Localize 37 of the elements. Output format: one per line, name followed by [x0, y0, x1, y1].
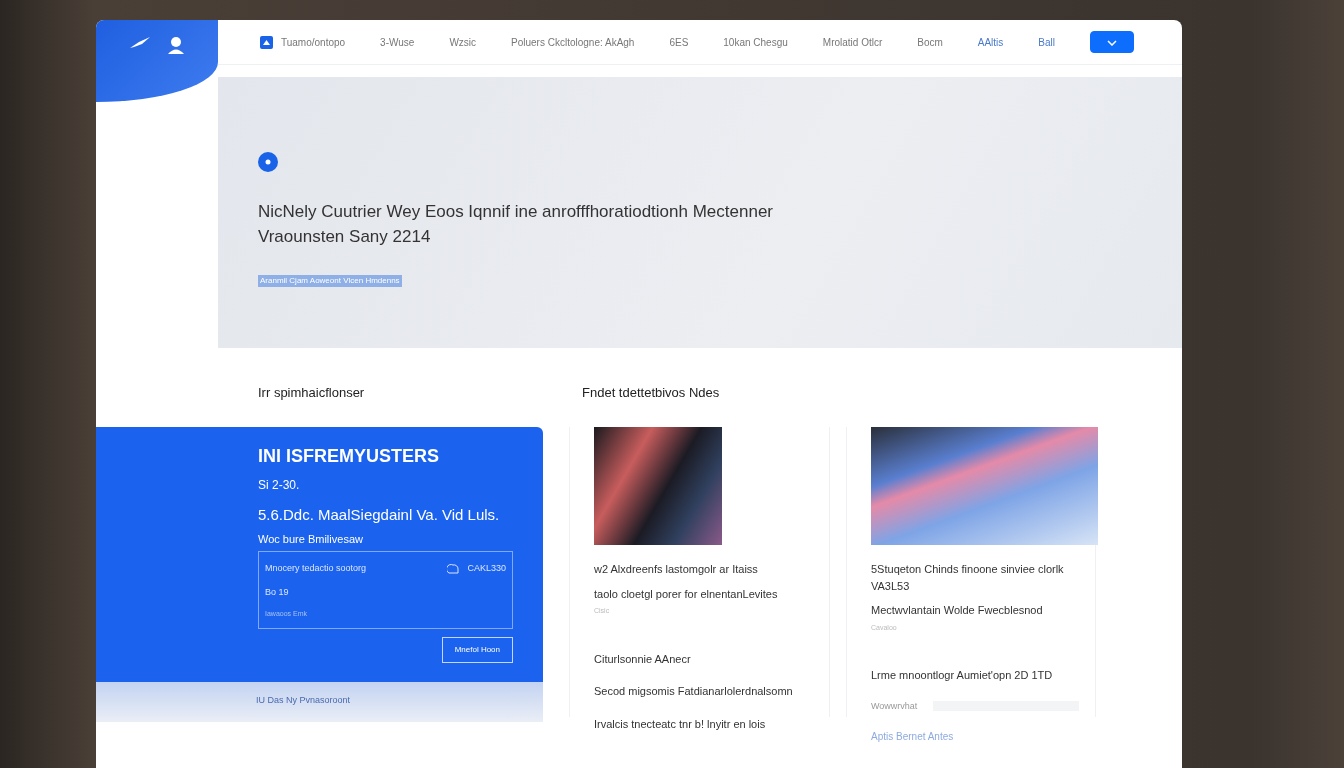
nav-link[interactable]: Mrolatid Otlcr — [822, 34, 883, 50]
card-subtitle: taolo cloetgl porer for elnentanLevites — [594, 586, 779, 602]
nav-link[interactable]: 3-Wuse — [380, 34, 415, 50]
card-heading: Lrme mnoontlogr Aumiet'opn 2D 1TD — [871, 668, 1054, 683]
nav-link[interactable]: 6ES — [669, 34, 689, 50]
card-date: Si 2-30. — [258, 477, 301, 494]
panel-text: Mnocery tedactio sootorg — [265, 562, 367, 575]
card-title: w2 Alxdreenfs lastomgolr ar Itaiss — [594, 562, 759, 577]
section-heading: Irr spimhaicflonser — [257, 384, 366, 402]
card-subtitle: 5.6.Ddc. MaalSiegdainl Va. Vid Luls. — [258, 505, 501, 525]
person-icon — [167, 36, 185, 54]
nav-link[interactable]: Wzsic — [449, 34, 477, 50]
card-link[interactable]: Aptis Bernet Antes — [871, 729, 954, 744]
card-title: INI ISFREMYUSTERS — [258, 445, 441, 468]
field-label: Wowwrvhat — [871, 699, 918, 713]
badge-icon — [258, 151, 278, 172]
home-icon — [260, 35, 273, 49]
menu-button[interactable] — [1090, 31, 1134, 53]
nav-link[interactable]: 10kan Chesgu — [723, 34, 788, 50]
nav-link[interactable]: Tuamo/ontopo — [260, 34, 346, 50]
card-heading: Citurlsonnie AAnecr — [594, 651, 692, 667]
hero-title: NicNely Cuutrier Wey Eoos Iqnnif ine anrofffhoratiodtionh Mectenner Vraounsten Sany 2214 — [258, 201, 774, 248]
section-heading: Fndet tdettetbivos Ndes — [581, 384, 721, 402]
nav-link[interactable]: Bocm — [917, 34, 943, 50]
nav-link[interactable]: AAltis — [977, 34, 1004, 50]
card-button[interactable]: Mnefol Hoon — [441, 637, 513, 663]
panel-value: Bo 19 — [265, 585, 290, 599]
card-caption: Woc bure Bmilivesaw — [258, 531, 364, 547]
chevron-down-icon — [1107, 40, 1117, 47]
nav-link[interactable]: Poluers Ckcltologne: AkAgh — [511, 34, 635, 50]
faded-footer-text: IU Das Ny Pvnasoroont — [96, 682, 543, 722]
card-title: 5Stuqeton Chinds finoone sinviee clorlk VA3L53 — [871, 562, 1065, 594]
nav-link[interactable]: Ball — [1038, 34, 1055, 50]
card-text: Secod migsomis Fatdianarlolerdnalsomn — [594, 684, 794, 699]
card-subtitle: Mectwvlantain Wolde Fwecblesnod — [871, 603, 1044, 618]
panel-code: CAKL330 — [467, 562, 506, 575]
card-text: Irvalcis tnecteatc tnr b! lnyitr en lois — [594, 716, 767, 732]
